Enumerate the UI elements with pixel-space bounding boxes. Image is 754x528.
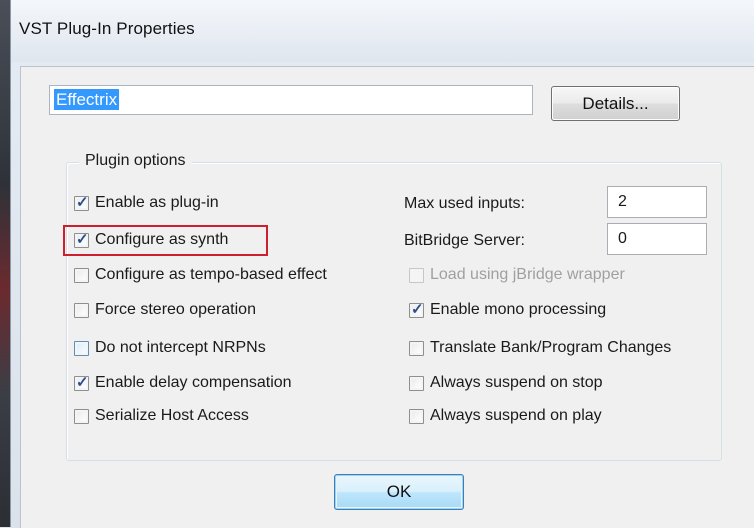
checkbox-box (74, 302, 89, 318)
max-used-inputs-label: Max used inputs: (404, 195, 525, 212)
highlight-box (63, 225, 268, 256)
enable-mono-processing-checkbox[interactable]: ✓ Enable mono processing (409, 299, 606, 321)
details-button[interactable]: Details... (551, 86, 680, 121)
checkbox-box (409, 267, 424, 283)
plugin-name-field[interactable]: Effectrix (49, 85, 533, 115)
checkbox-label: Always suspend on stop (430, 374, 603, 391)
window-title: VST Plug-In Properties (19, 19, 195, 38)
translate-bank-program-changes-checkbox[interactable]: Translate Bank/Program Changes (409, 337, 671, 359)
checkbox-box (409, 408, 424, 424)
properties-dialog: VST Plug-In Properties Effectrix Details… (10, 0, 754, 528)
load-using-jbridge-wrapper-checkbox: Load using jBridge wrapper (409, 264, 625, 286)
checkbox-box: ✓ (409, 300, 424, 318)
check-mark-icon: ✓ (76, 193, 89, 211)
checkbox-box: ✓ (74, 373, 89, 391)
checkbox-label: Configure as tempo-based effect (95, 266, 327, 283)
plugin-name-value: Effectrix (54, 89, 120, 110)
plugin-options-label: Plugin options (79, 152, 192, 170)
checkbox-box (74, 340, 89, 356)
checkbox-box (74, 408, 89, 424)
enable-delay-compensation-checkbox[interactable]: ✓ Enable delay compensation (74, 372, 292, 394)
serialize-host-access-checkbox[interactable]: Serialize Host Access (74, 405, 249, 427)
checkbox-label: Always suspend on play (430, 407, 602, 424)
check-mark-icon: ✓ (411, 300, 424, 318)
always-suspend-on-stop-checkbox[interactable]: Always suspend on stop (409, 372, 603, 394)
checkbox-label: Translate Bank/Program Changes (430, 339, 672, 356)
dialog-client-area: Effectrix Details... Plugin options ✓ En… (20, 66, 754, 528)
checkbox-label: Enable mono processing (430, 301, 607, 318)
checkbox-box (74, 267, 89, 283)
enable-as-plugin-checkbox[interactable]: ✓ Enable as plug-in (74, 192, 219, 214)
checkbox-label: Load using jBridge wrapper (430, 266, 625, 283)
checkbox-label: Enable as plug-in (95, 194, 219, 211)
max-used-inputs-field[interactable]: 2 (607, 186, 707, 218)
title-bar[interactable]: VST Plug-In Properties (11, 0, 754, 62)
checkbox-label: Serialize Host Access (95, 407, 249, 424)
configure-as-tempo-based-effect-checkbox[interactable]: Configure as tempo-based effect (74, 264, 327, 286)
checkbox-label: Enable delay compensation (95, 374, 292, 391)
checkbox-box (409, 340, 424, 356)
bitbridge-server-field[interactable]: 0 (607, 223, 707, 255)
checkbox-label: Force stereo operation (95, 301, 256, 318)
bitbridge-server-label: BitBridge Server: (404, 232, 525, 249)
ok-button[interactable]: OK (334, 474, 464, 510)
force-stereo-operation-checkbox[interactable]: Force stereo operation (74, 299, 256, 321)
checkbox-box: ✓ (74, 193, 89, 211)
always-suspend-on-play-checkbox[interactable]: Always suspend on play (409, 405, 602, 427)
check-mark-icon: ✓ (76, 373, 89, 391)
checkbox-label: Do not intercept NRPNs (95, 339, 266, 356)
do-not-intercept-nrpns-checkbox[interactable]: Do not intercept NRPNs (74, 337, 266, 359)
checkbox-box (409, 375, 424, 391)
